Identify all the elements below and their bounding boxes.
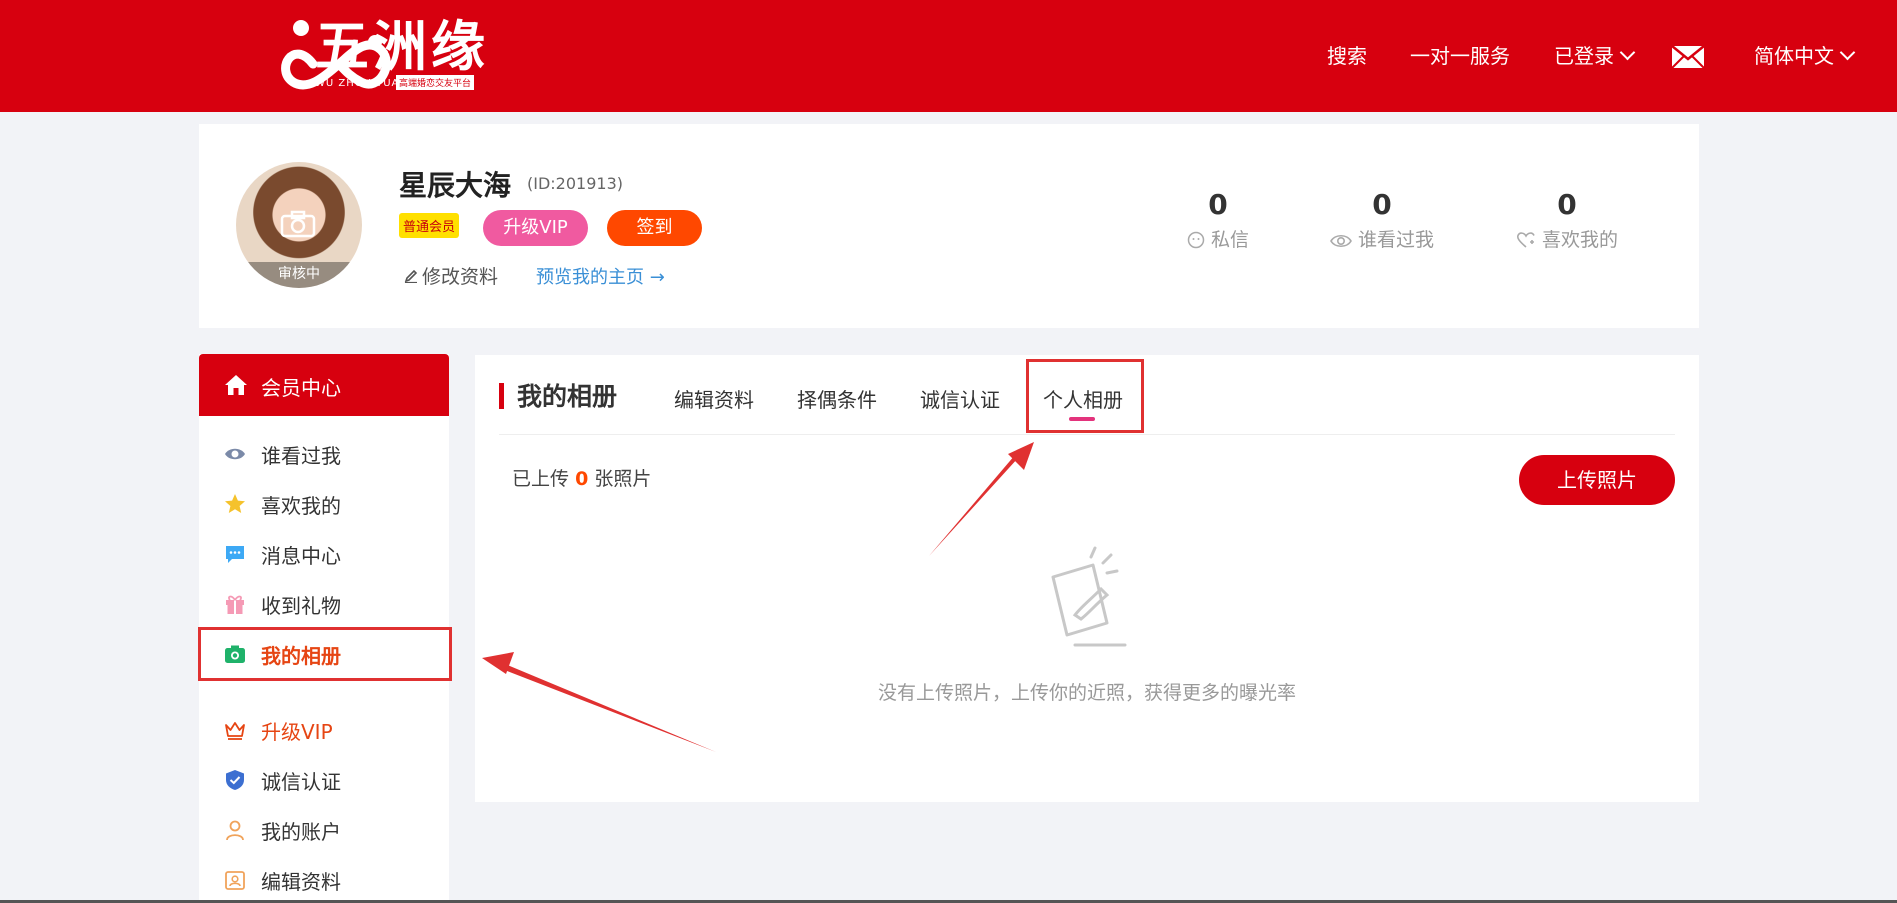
stat-label-row: 喜欢我的 <box>1467 225 1667 252</box>
nav-search-label: 搜索 <box>1327 44 1367 68</box>
stat-label: 谁看过我 <box>1357 229 1434 251</box>
nav-language[interactable]: 简体中文 <box>1754 40 1856 69</box>
stat-label: 私信 <box>1210 229 1249 251</box>
sidebar-item-my-account[interactable]: 我的账户 <box>199 810 449 850</box>
username: 星辰大海 <box>399 169 512 202</box>
logo-tagline: 高端婚恋交友平台 <box>396 75 475 90</box>
stat-who-viewed-me[interactable]: 0 谁看过我 <box>1282 188 1482 252</box>
chevron-down-icon <box>1839 44 1856 61</box>
edit-profile-label: 修改资料 <box>422 266 499 288</box>
message-icon <box>226 546 244 563</box>
upload-count-suffix: 张照片 <box>594 468 652 490</box>
sidebar-item-gifts[interactable]: 收到礼物 <box>199 584 449 624</box>
upload-count-prefix: 已上传 <box>512 468 570 490</box>
top-header: 五洲缘 WU ZHOU YUAN 高端婚恋交友平台 搜索 一对一服务 已登录 简… <box>0 0 1897 112</box>
nav-search[interactable]: 搜索 <box>1327 40 1367 69</box>
camera-icon <box>280 210 316 238</box>
upload-count: 已上传 0 张照片 <box>512 464 651 491</box>
nav-language-label: 简体中文 <box>1754 44 1834 68</box>
sidebar-item-label: 诚信认证 <box>261 770 341 794</box>
stat-value: 0 <box>1372 188 1392 221</box>
sidebar-item-integrity-verification[interactable]: 诚信认证 <box>199 760 449 800</box>
stat-value: 0 <box>1557 188 1577 221</box>
nav-logged-in[interactable]: 已登录 <box>1554 40 1636 69</box>
edit-profile-link[interactable]: 修改资料 <box>404 262 498 289</box>
tab-integrity-verification[interactable]: 诚信认证 <box>920 384 1000 413</box>
stat-who-likes-me[interactable]: 0 喜欢我的 <box>1467 188 1667 252</box>
avatar[interactable]: 审核中 <box>236 162 362 288</box>
sidebar-item-label: 升级VIP <box>261 720 333 744</box>
crown-icon <box>225 722 245 740</box>
divider <box>499 434 1675 435</box>
upload-count-number: 0 <box>575 468 589 490</box>
annotation-highlight-tab <box>1026 359 1144 433</box>
sidebar-item-label: 编辑资料 <box>261 870 341 894</box>
sidebar-item-label: 谁看过我 <box>261 444 341 468</box>
stat-label: 喜欢我的 <box>1541 229 1618 251</box>
empty-state-text: 没有上传照片，上传你的近照，获得更多的曝光率 <box>877 682 1296 704</box>
annotation-highlight-sidebar <box>198 627 452 681</box>
heart-icon <box>1516 232 1535 248</box>
chevron-down-icon <box>1619 44 1636 61</box>
member-badge: 普通会员 <box>399 213 460 238</box>
shield-icon <box>226 770 244 790</box>
eye-icon <box>225 448 245 460</box>
profile-card-icon <box>225 871 245 890</box>
page: 五洲缘 WU ZHOU YUAN 高端婚恋交友平台 搜索 一对一服务 已登录 简… <box>0 0 1897 903</box>
user-id: (ID:201913) <box>527 174 623 193</box>
title-accent-bar <box>499 383 504 409</box>
sidebar-item-who-likes-me[interactable]: 喜欢我的 <box>199 484 449 524</box>
sidebar-item-label: 消息中心 <box>261 544 341 568</box>
gift-icon <box>226 595 244 614</box>
logo-subtitle: WU ZHOU YUAN <box>315 78 408 89</box>
sidebar-item-who-viewed-me[interactable]: 谁看过我 <box>199 434 449 474</box>
logo-text: 五洲缘 <box>315 15 489 78</box>
profile-card: 审核中 星辰大海 (ID:201913) 普通会员 升级VIP 签到 修改资料 … <box>199 124 1699 328</box>
eye-icon <box>1330 234 1352 248</box>
sidebar-item-upgrade-vip[interactable]: 升级VIP <box>199 710 449 750</box>
sidebar-item-label: 喜欢我的 <box>261 494 341 518</box>
sidebar-item-member-center[interactable]: 会员中心 <box>199 354 449 416</box>
nav-one-on-one[interactable]: 一对一服务 <box>1410 40 1510 69</box>
sidebar-title: 会员中心 <box>261 376 341 400</box>
nav-one-on-one-label: 一对一服务 <box>1410 44 1510 68</box>
sidebar-item-edit-profile[interactable]: 编辑资料 <box>199 860 449 900</box>
sidebar-item-label: 我的账户 <box>261 820 341 844</box>
upload-photo-button[interactable]: 上传照片 <box>1519 455 1675 505</box>
panel-title: 我的相册 <box>517 382 618 411</box>
sidebar-item-label: 收到礼物 <box>261 594 341 618</box>
tab-partner-criteria[interactable]: 择偶条件 <box>797 384 877 413</box>
home-icon <box>225 375 247 395</box>
chat-icon <box>1187 231 1205 249</box>
tab-edit-profile[interactable]: 编辑资料 <box>674 384 754 413</box>
stat-label-row: 谁看过我 <box>1282 225 1482 252</box>
pencil-icon <box>404 269 418 283</box>
empty-photo-icon <box>1051 546 1127 647</box>
nav-logged-in-label: 已登录 <box>1554 44 1614 68</box>
checkin-button[interactable]: 签到 <box>607 210 702 246</box>
preview-homepage-link[interactable]: 预览我的主页 → <box>536 263 665 289</box>
upgrade-vip-button[interactable]: 升级VIP <box>483 210 588 246</box>
user-icon <box>226 820 244 841</box>
avatar-review-status: 审核中 <box>236 262 362 288</box>
sidebar-item-message-center[interactable]: 消息中心 <box>199 534 449 574</box>
mail-icon[interactable] <box>1671 45 1705 69</box>
star-icon <box>225 494 245 513</box>
